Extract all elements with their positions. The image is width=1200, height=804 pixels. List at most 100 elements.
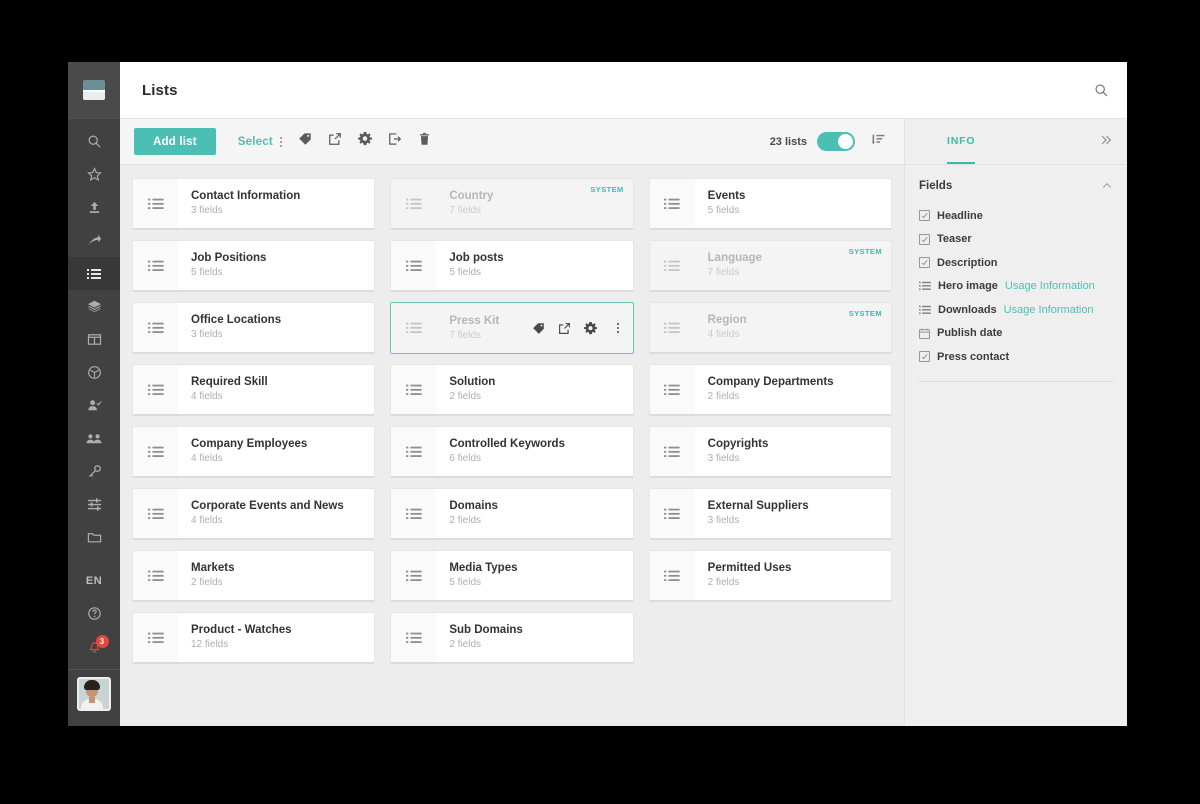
field-row[interactable]: Description <box>919 251 1113 275</box>
list-card-title: Company Departments <box>707 376 834 388</box>
field-row[interactable]: Publish date <box>919 322 1113 346</box>
sidebar-item-language[interactable]: EN <box>68 564 120 597</box>
list-card[interactable]: Company Employees 4 fields <box>132 426 376 478</box>
settings-gear-icon[interactable] <box>583 321 597 335</box>
list-card[interactable]: Corporate Events and News 4 fields <box>132 488 376 540</box>
list-card[interactable]: Office Locations 3 fields <box>132 302 376 354</box>
list-card-field-count: 4 fields <box>707 329 740 340</box>
tab-info[interactable]: INFO <box>947 119 976 164</box>
list-card[interactable]: Copyrights 3 fields <box>648 426 892 478</box>
collapse-panel-button[interactable] <box>1099 133 1113 150</box>
list-card[interactable]: Markets 2 fields <box>132 550 376 602</box>
toolbar-settings-button[interactable] <box>357 132 372 151</box>
list-card-title: Solution <box>449 376 496 388</box>
sidebar-item-keys[interactable] <box>68 455 120 488</box>
add-list-button[interactable]: Add list <box>134 128 216 155</box>
more-options-icon[interactable] <box>616 323 619 333</box>
list-card[interactable]: Media Types 5 fields <box>390 550 634 602</box>
list-card-field-count: 2 fields <box>191 577 223 588</box>
list-icon <box>133 365 178 414</box>
list-card-field-count: 5 fields <box>707 205 740 216</box>
list-card-text: External Suppliers 3 fields <box>695 489 891 538</box>
sidebar-item-dashboard[interactable] <box>68 323 120 356</box>
view-toggle-switch[interactable] <box>817 132 855 151</box>
list-icon <box>133 303 178 352</box>
list-icon <box>86 266 102 282</box>
field-label: Hero image <box>938 280 998 293</box>
export-open-icon <box>328 132 342 151</box>
list-card[interactable]: Product - Watches 12 fields <box>132 612 376 664</box>
field-row[interactable]: Teaser <box>919 228 1113 252</box>
fields-section-header[interactable]: Fields <box>905 165 1127 204</box>
list-card-title: Permitted Uses <box>707 562 792 574</box>
list-card[interactable]: Permitted Uses 2 fields <box>648 550 892 602</box>
collapse-right-icon <box>1099 133 1113 150</box>
tag-icon[interactable] <box>532 322 545 335</box>
field-row[interactable]: Press contact <box>919 345 1113 369</box>
toolbar-delete-button[interactable] <box>418 132 431 151</box>
field-row[interactable]: Headline <box>919 204 1113 228</box>
list-card[interactable]: Country 7 fields SYSTEM <box>390 178 634 230</box>
list-card[interactable]: Domains 2 fields <box>390 488 634 540</box>
field-row[interactable]: Hero image Usage Information <box>919 275 1113 299</box>
usage-information-link[interactable]: Usage Information <box>1004 304 1094 316</box>
list-card[interactable]: Press Kit 7 fields <box>390 302 634 354</box>
export-open-icon[interactable] <box>558 322 571 335</box>
user-avatar[interactable] <box>68 670 120 718</box>
list-card[interactable]: Controlled Keywords 6 fields <box>390 426 634 478</box>
sort-button[interactable] <box>871 132 886 151</box>
sidebar-item-share[interactable] <box>68 224 120 257</box>
layers-icon <box>87 299 102 314</box>
avatar-neck <box>89 697 95 703</box>
sidebar-item-groups[interactable] <box>68 422 120 455</box>
list-card[interactable]: Job Positions 5 fields <box>132 240 376 292</box>
field-row[interactable]: Downloads Usage Information <box>919 298 1113 322</box>
list-card[interactable]: Solution 2 fields <box>390 364 634 416</box>
sidebar-item-settings-sliders[interactable] <box>68 488 120 521</box>
select-more-options-icon[interactable] <box>279 136 282 147</box>
sidebar-item-cube[interactable] <box>68 356 120 389</box>
list-card-actions <box>532 303 633 353</box>
list-card-text: Events 5 fields <box>695 179 891 228</box>
lists-grid-scroll[interactable]: Contact Information 3 fields Country 7 fiel… <box>120 165 904 726</box>
lists-toolbar: Add list Select 23 lists <box>120 119 904 165</box>
list-card[interactable]: Events 5 fields <box>648 178 892 230</box>
top-header-bar: Lists <box>120 62 1127 119</box>
list-card-field-count: 6 fields <box>449 453 482 464</box>
list-card[interactable]: Sub Domains 2 fields <box>390 612 634 664</box>
settings-gear-icon <box>357 132 372 151</box>
list-card[interactable]: External Suppliers 3 fields <box>648 488 892 540</box>
list-card[interactable]: Company Departments 2 fields <box>648 364 892 416</box>
select-button[interactable]: Select <box>238 136 273 148</box>
list-card[interactable]: Job posts 5 fields <box>390 240 634 292</box>
sidebar-item-favorites[interactable] <box>68 158 120 191</box>
sidebar-item-help[interactable] <box>68 597 120 630</box>
info-panel: INFO Fields Headline Teaser Description … <box>904 119 1127 726</box>
list-card-title: Events <box>707 190 746 202</box>
list-card[interactable]: Region 4 fields SYSTEM <box>648 302 892 354</box>
toolbar-open-external-button[interactable] <box>328 132 342 151</box>
sidebar-item-layers[interactable] <box>68 290 120 323</box>
list-card[interactable]: Required Skill 4 fields <box>132 364 376 416</box>
sidebar-item-notifications[interactable]: 3 <box>68 630 120 663</box>
sidebar-item-search[interactable] <box>68 125 120 158</box>
field-label: Teaser <box>937 233 972 246</box>
header-search-button[interactable] <box>1094 83 1109 98</box>
sidebar-item-user-check[interactable] <box>68 389 120 422</box>
toolbar-export-button[interactable] <box>388 132 402 151</box>
sidebar-item-folders[interactable] <box>68 521 120 554</box>
list-icon <box>391 551 437 600</box>
list-card[interactable]: Contact Information 3 fields <box>132 178 376 230</box>
app-logo[interactable] <box>68 62 120 119</box>
system-badge: SYSTEM <box>848 309 882 318</box>
list-card-text: Domains 2 fields <box>436 489 632 538</box>
dashboard-icon <box>87 332 102 347</box>
content-column: Add list Select 23 lists Contact Informa… <box>120 119 904 726</box>
usage-information-link[interactable]: Usage Information <box>1005 280 1095 292</box>
sidebar-item-lists[interactable] <box>68 257 120 290</box>
list-card[interactable]: Language 7 fields SYSTEM <box>648 240 892 292</box>
sidebar-item-upload[interactable] <box>68 191 120 224</box>
list-card-title: Required Skill <box>191 376 268 388</box>
toolbar-tag-button[interactable] <box>298 132 312 151</box>
help-icon <box>87 606 102 621</box>
